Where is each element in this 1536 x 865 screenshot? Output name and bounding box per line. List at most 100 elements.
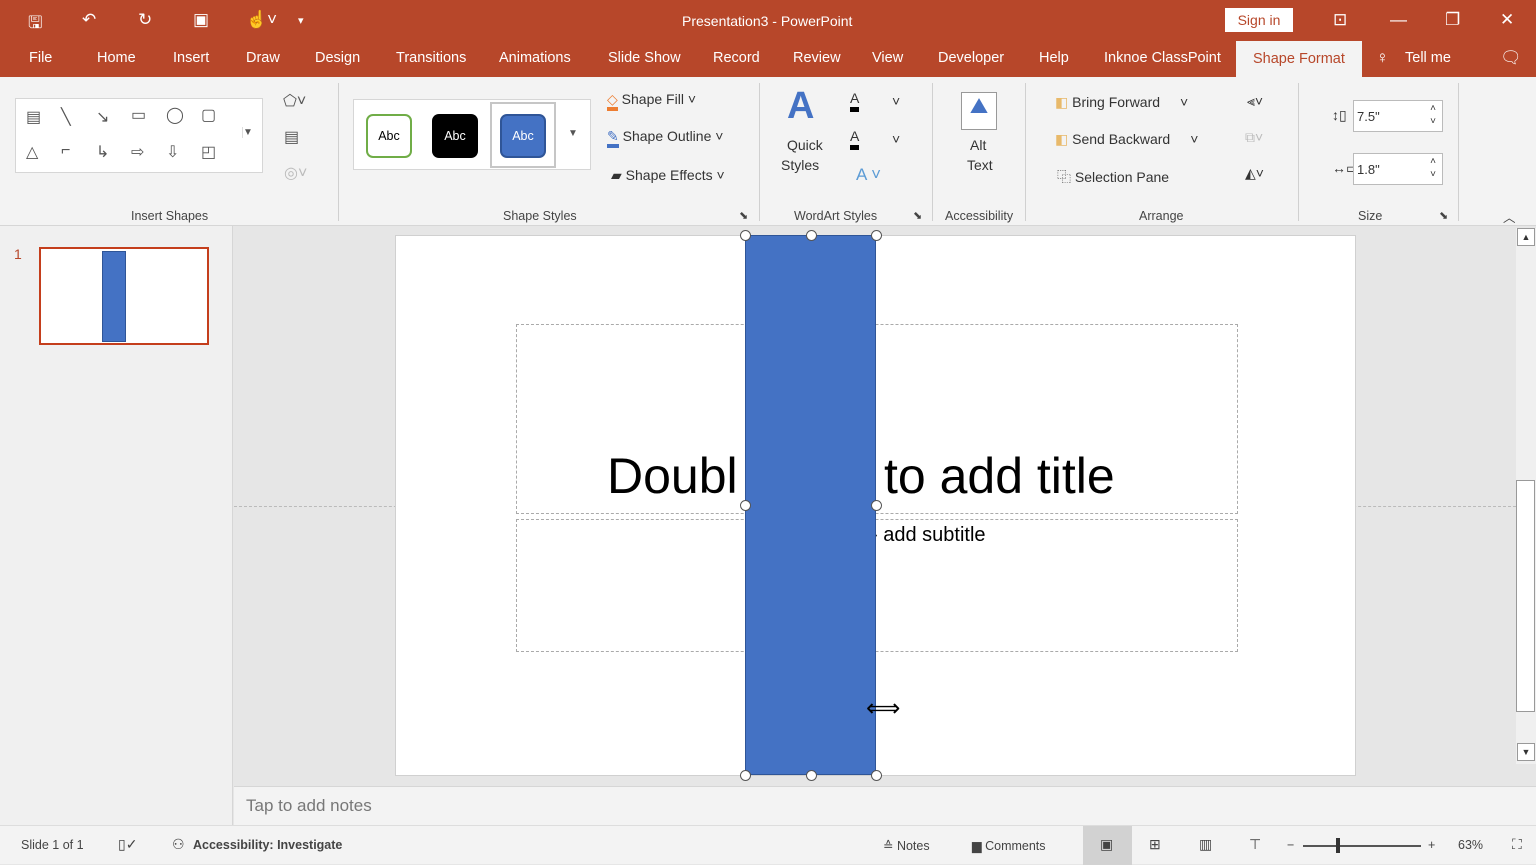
style-preset-black[interactable]: Abc [432,114,478,158]
sign-in-button[interactable]: Sign in [1225,8,1293,32]
save-icon[interactable]: 🖫 [28,10,42,39]
tab-insert[interactable]: Insert [173,50,209,66]
resize-handle[interactable] [805,229,817,241]
zoom-level[interactable]: 63% [1458,838,1483,852]
scroll-down-icon[interactable]: ▼ [1517,743,1535,761]
close-icon[interactable]: ✕ [1500,10,1514,30]
collapse-ribbon-icon[interactable]: ︿ [1503,207,1516,226]
notes-button[interactable]: ≙ Notes [883,838,930,853]
text-box-icon[interactable]: ▤ [26,107,41,127]
rectangle-icon[interactable]: ▭ [131,105,146,125]
shape-outline-button[interactable]: ✎ Shape Outline ˅ [607,128,723,148]
rounded-rectangle-icon[interactable]: ▢ [201,105,216,125]
shape-height-input[interactable]: 7.5" ˄ ˅ [1353,100,1443,132]
slide-thumbnail[interactable] [39,247,209,345]
align-icon[interactable]: ⫷˅ [1247,93,1263,110]
zoom-slider[interactable] [1303,845,1421,847]
selected-rectangle-shape[interactable] [745,235,876,775]
draw-text-box-icon[interactable]: ▤ [284,127,299,147]
undo-icon[interactable]: ↶ [82,10,96,30]
down-arrow-icon[interactable]: ⇩ [166,142,179,162]
vertical-scrollbar[interactable]: ▲ ▼ [1516,228,1536,764]
rotate-icon[interactable]: ◭˅ [1245,165,1264,182]
more-shapes-icon[interactable]: ▼ [242,127,253,138]
tab-transitions[interactable]: Transitions [396,50,466,66]
notes-pane[interactable]: Tap to add notes [234,786,1536,825]
text-outline-icon[interactable]: A [850,127,860,150]
scroll-up-icon[interactable]: ▲ [1517,228,1535,246]
redo-icon[interactable]: ↻ [138,10,152,30]
resize-handle[interactable] [739,229,751,241]
fit-to-window-icon[interactable]: ⛶ [1512,836,1522,853]
quick-styles-label-1[interactable]: Quick [787,137,823,153]
tell-me-search[interactable]: Tell me [1405,50,1451,66]
elbow-arrow-connector-icon[interactable]: ↳ [96,142,109,162]
tab-help[interactable]: Help [1039,50,1069,66]
tab-design[interactable]: Design [315,50,360,66]
height-spinner[interactable]: ˄ ˅ [1430,102,1436,128]
spell-check-icon[interactable]: ▯✓ [118,836,137,853]
width-spinner[interactable]: ˄ ˅ [1430,155,1436,181]
shape-effects-button[interactable]: ▰ Shape Effects ˅ [611,167,725,184]
zoom-out-button[interactable]: − [1287,838,1294,852]
selection-pane-button[interactable]: ⿻ Selection Pane [1057,167,1169,187]
alt-text-label-1[interactable]: Alt [970,137,986,153]
customize-icon[interactable]: ▾ [298,14,304,27]
text-effects-icon[interactable]: A ˅ [856,165,881,185]
slide-show-icon[interactable]: ⊤ [1249,836,1261,853]
minimize-icon[interactable]: — [1390,10,1407,30]
resize-handle[interactable] [805,769,817,781]
tab-slide-show[interactable]: Slide Show [608,50,681,66]
text-fill-dropdown[interactable]: ˅ [892,93,900,109]
more-styles-icon[interactable]: ▼ [568,128,578,139]
ribbon-display-icon[interactable]: ⊡ [1333,10,1347,30]
present-from-start-icon[interactable]: ▣ [193,10,209,30]
bring-forward-button[interactable]: ◧ Bring Forward ˅ [1055,94,1188,111]
tab-file[interactable]: File [29,50,52,66]
style-preset-blue[interactable]: Abc [500,114,546,158]
oval-icon[interactable]: ◯ [166,105,184,125]
resize-handle[interactable] [870,769,882,781]
shape-fill-button[interactable]: ◇ Shape Fill ˅ [607,91,696,111]
send-backward-button[interactable]: ◧ Send Backward ˅ [1055,131,1198,148]
tab-animations[interactable]: Animations [499,50,571,66]
size-launcher-icon[interactable]: ⬊ [1439,209,1448,222]
edit-shape-icon[interactable]: ⬠˅ [283,91,306,111]
tab-developer[interactable]: Developer [938,50,1004,66]
touch-mode-icon[interactable]: ☝˅ [246,10,277,30]
accessibility-status[interactable]: Accessibility: Investigate [193,838,342,852]
normal-view-button[interactable]: ▣ [1083,826,1132,865]
comments-icon[interactable]: 🗨 [1500,48,1522,68]
tab-draw[interactable]: Draw [246,50,280,66]
line-icon[interactable]: ╲ [61,107,71,127]
right-arrow-icon[interactable]: ⇨ [131,142,144,162]
alt-text-label-2[interactable]: Text [967,157,993,173]
freeform-icon[interactable]: ◰ [201,142,216,162]
resize-handle[interactable] [870,499,882,511]
tab-record[interactable]: Record [713,50,760,66]
wordart-launcher-icon[interactable]: ⬊ [913,209,922,222]
reading-view-icon[interactable]: ▥ [1199,836,1212,853]
scroll-thumb[interactable] [1516,480,1535,712]
tab-inknoe-classpoint[interactable]: Inknoe ClassPoint [1104,50,1221,66]
zoom-slider-thumb[interactable] [1336,838,1340,853]
restore-icon[interactable]: ❐ [1445,10,1460,30]
shape-styles-launcher-icon[interactable]: ⬊ [739,209,748,222]
shape-width-input[interactable]: 1.8" ˄ ˅ [1353,153,1443,185]
accessibility-icon[interactable]: ⚇ [172,836,185,853]
text-outline-dropdown[interactable]: ˅ [892,131,900,147]
tab-home[interactable]: Home [97,50,136,66]
zoom-in-button[interactable]: + [1428,838,1435,852]
quick-styles-label-2[interactable]: Styles [781,157,819,173]
resize-handle[interactable] [870,229,882,241]
resize-handle[interactable] [739,769,751,781]
style-preset-outline-green[interactable]: Abc [366,114,412,158]
tab-view[interactable]: View [872,50,903,66]
comments-button[interactable]: ▆ Comments [972,838,1046,853]
arrow-line-icon[interactable]: ↘ [96,107,109,127]
elbow-connector-icon[interactable]: ⌐ [61,142,70,160]
text-fill-icon[interactable]: A [850,89,860,112]
slide-sorter-icon[interactable]: ⊞ [1149,836,1161,853]
title-placeholder[interactable]: Doubl to add title [516,324,1238,514]
resize-handle[interactable] [739,499,751,511]
